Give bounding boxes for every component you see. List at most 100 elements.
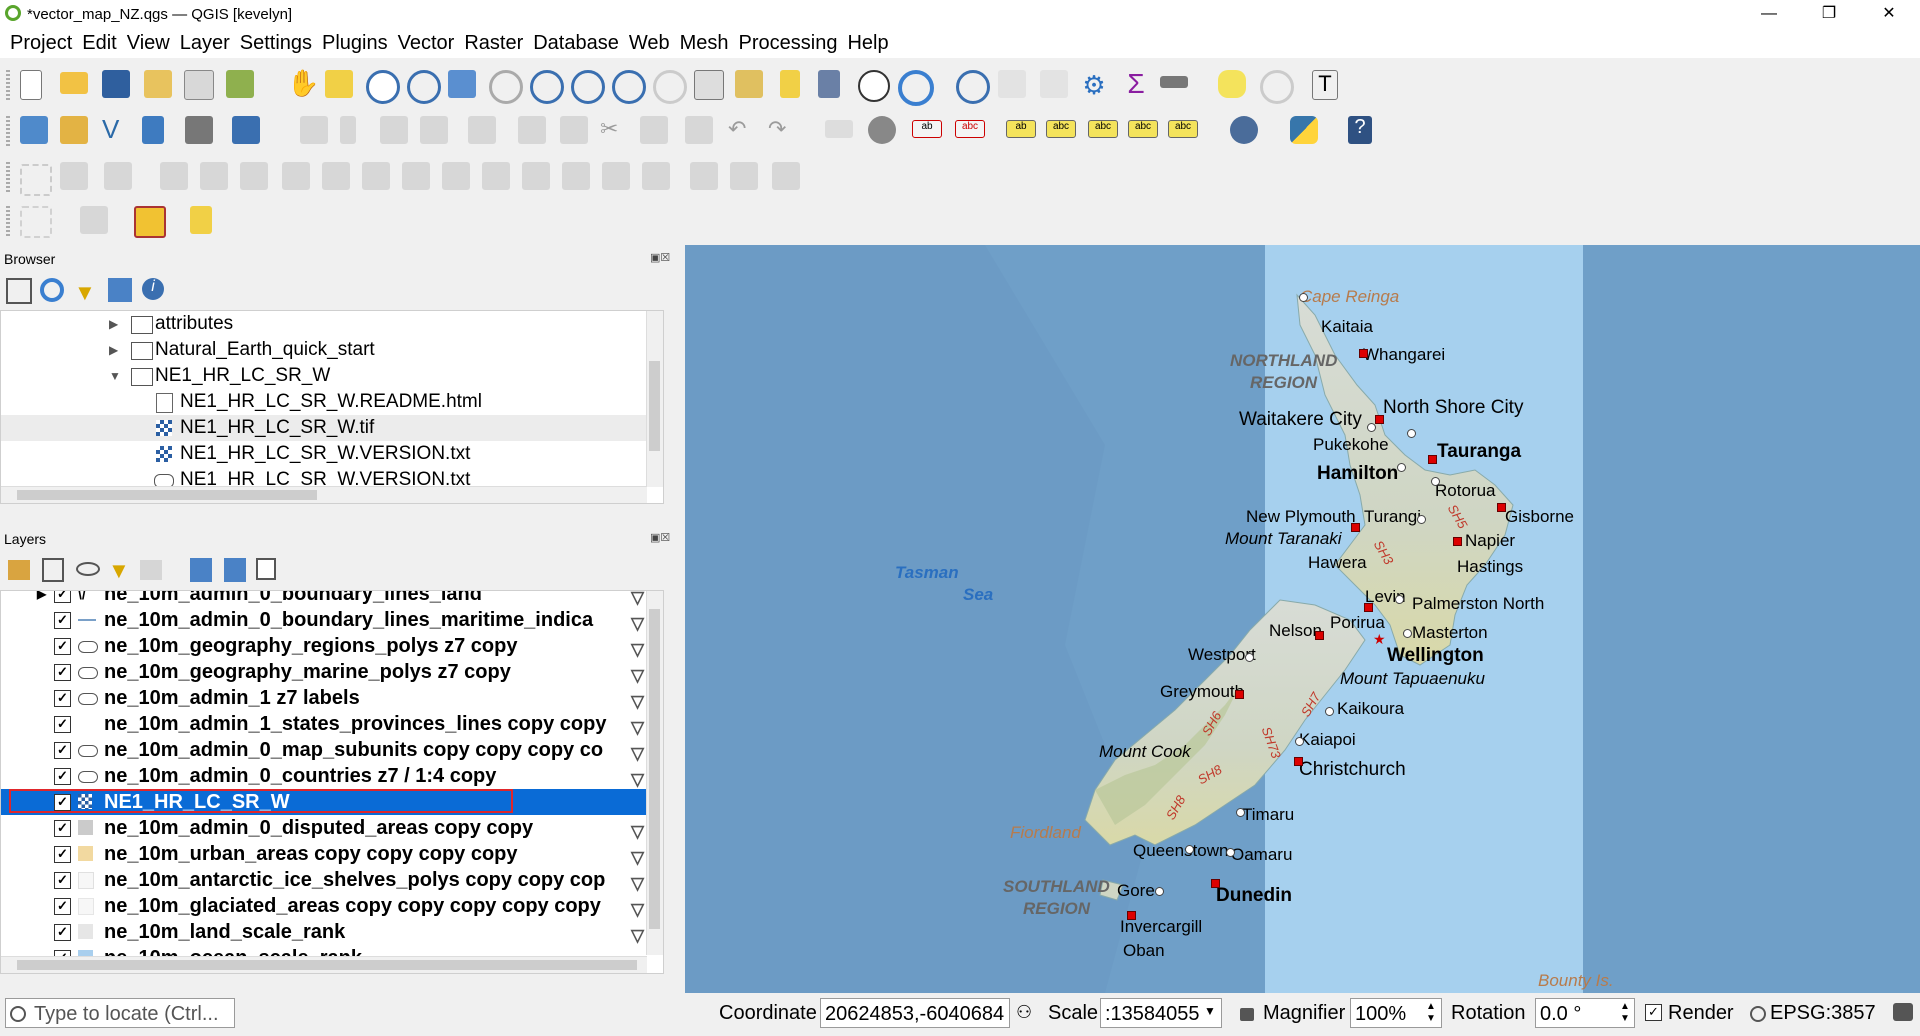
modify-attributes-icon[interactable] [518, 116, 546, 144]
zoom-native-icon[interactable] [571, 70, 605, 104]
undo-icon[interactable]: ↶ [728, 116, 756, 144]
menu-project[interactable]: Project [5, 28, 77, 55]
layers-horizontal-scrollbar[interactable] [1, 956, 647, 973]
cut-features-icon[interactable]: ✂ [600, 116, 628, 144]
add-group-icon[interactable] [42, 558, 64, 582]
text-annotation-icon[interactable]: T [1312, 70, 1338, 100]
vertex-tool-icon[interactable] [468, 116, 496, 144]
menu-view[interactable]: View [122, 28, 175, 55]
layer-labeling-icon[interactable]: ab [912, 120, 942, 138]
layer-visibility-checkbox[interactable]: ✓ [54, 820, 71, 837]
rotate-point-icon[interactable] [562, 162, 590, 190]
layer-visibility-checkbox[interactable]: ✓ [54, 591, 71, 603]
adv-digitize-icon[interactable] [20, 164, 52, 196]
filter-expression-icon[interactable] [140, 560, 162, 580]
layer-row[interactable]: ✓ ne_10m_antarctic_ice_shelves_polys cop… [1, 867, 663, 893]
layer-row[interactable]: ✓ ne_10m_admin_0_disputed_areas copy cop… [1, 815, 663, 841]
spinner-arrows-icon[interactable]: ▲ ▼ [1620, 1001, 1630, 1025]
layer-visibility-checkbox[interactable]: ✓ [54, 716, 71, 733]
menu-vector[interactable]: Vector [393, 28, 460, 55]
layer-visibility-checkbox[interactable]: ✓ [54, 612, 71, 629]
style-manager-icon[interactable] [226, 70, 254, 98]
spinner-arrows-icon[interactable]: ▲ ▼ [1426, 1001, 1436, 1025]
paste-features-icon[interactable] [685, 116, 713, 144]
globe-crs-icon[interactable] [1750, 1006, 1766, 1022]
toggle-editing-icon[interactable] [340, 116, 356, 144]
digitize-shape-icon[interactable] [60, 162, 88, 190]
reverse-line-icon[interactable] [730, 162, 758, 190]
new-3d-view-icon[interactable] [735, 70, 763, 98]
layer-row[interactable]: ✓ ne_10m_admin_1 z7 labels ▽ [1, 685, 663, 711]
fill-ring-icon[interactable] [160, 162, 188, 190]
coordinate-field[interactable]: 20624853,-6040684 [820, 998, 1010, 1028]
add-vector-layer-icon[interactable]: V [102, 114, 130, 144]
zoom-selection-icon[interactable] [489, 70, 523, 104]
label-toolbar-icon[interactable] [825, 120, 853, 138]
menu-layer[interactable]: Layer [175, 28, 235, 55]
copy-features-icon[interactable] [640, 116, 668, 144]
filter-browser-icon[interactable]: ▼ [74, 280, 96, 306]
render-checkbox[interactable]: ✓ [1645, 1004, 1662, 1021]
layer-row[interactable]: ✓ ne_10m_admin_0_map_subunits copy copy … [1, 737, 663, 763]
map-canvas[interactable]: Tasman Sea Cape Reinga Kaitaia NORTHLAND… [685, 245, 1920, 993]
menu-mesh[interactable]: Mesh [675, 28, 734, 55]
crs-label[interactable]: EPSG:3857 [1770, 1002, 1876, 1025]
add-mesh-icon[interactable] [232, 116, 260, 144]
select-location-icon[interactable] [190, 206, 212, 234]
temporal-controller-icon[interactable] [858, 70, 890, 102]
lock-icon[interactable] [1240, 1008, 1254, 1021]
zoom-last-icon[interactable] [612, 70, 646, 104]
pan-hand-icon[interactable]: ✋ [287, 68, 319, 98]
measure-line-icon[interactable] [1160, 76, 1188, 88]
split-features-icon[interactable] [402, 162, 430, 190]
trim-extend-icon[interactable] [642, 162, 670, 190]
new-project-icon[interactable] [20, 70, 42, 100]
attribute-table-icon[interactable] [998, 70, 1026, 98]
refresh-browser-icon[interactable] [40, 278, 64, 302]
digitize-icon[interactable] [142, 116, 164, 144]
layer-row[interactable]: ✓ ne_10m_urban_areas copy copy copy copy… [1, 841, 663, 867]
minimize-button[interactable]: — [1746, 0, 1792, 28]
layer-row[interactable]: ✓ ne_10m_admin_1_states_provinces_lines … [1, 711, 663, 737]
menu-database[interactable]: Database [528, 28, 624, 55]
layer-visibility-checkbox[interactable]: ✓ [54, 742, 71, 759]
locator-search-input[interactable]: Type to locate (Ctrl... [5, 998, 235, 1028]
scrollbar-thumb[interactable] [17, 960, 637, 970]
browser-tree[interactable]: ▶ attributes ▶ Natural_Earth_quick_start… [0, 310, 664, 504]
layer-visibility-checkbox[interactable]: ✓ [54, 846, 71, 863]
scrollbar-thumb[interactable] [649, 361, 660, 451]
select-features-icon[interactable] [20, 206, 52, 238]
save-edits-icon[interactable] [380, 116, 408, 144]
layer-row[interactable]: ✓ ne_10m_admin_0_boundary_lines_maritime… [1, 607, 663, 633]
bookmark-new-icon[interactable] [780, 70, 800, 98]
add-selected-layers-icon[interactable] [6, 278, 32, 304]
toolbar-grip[interactable] [6, 162, 10, 192]
toolbar-grip[interactable] [6, 116, 10, 146]
diagram-icon[interactable] [868, 116, 896, 144]
remove-layer-icon[interactable] [256, 558, 276, 580]
expand-all-icon[interactable] [190, 558, 212, 582]
deselect-all-icon[interactable] [134, 206, 166, 238]
properties-info-icon[interactable]: i [142, 278, 164, 300]
toggle-extents-icon[interactable]: ⚇ [1016, 1002, 1032, 1023]
layer-visibility-checkbox[interactable]: ✓ [54, 794, 71, 811]
statistical-summary-icon[interactable]: Σ [1122, 68, 1150, 99]
layers-tree[interactable]: ▶ ✓ \/ ne_10m_admin_0_boundary_lines_lan… [0, 590, 664, 974]
move-label-icon[interactable]: abc [1088, 120, 1118, 138]
layer-row[interactable]: ✓ ne_10m_admin_0_countries z7 / 1:4 copy… [1, 763, 663, 789]
menu-processing[interactable]: Processing [734, 28, 843, 55]
toolbar-grip[interactable] [6, 70, 10, 100]
zoom-next-icon[interactable] [653, 70, 687, 104]
change-label-icon[interactable]: abc [1168, 120, 1198, 138]
layer-visibility-checkbox[interactable]: ✓ [54, 768, 71, 785]
scrollbar-thumb[interactable] [17, 490, 317, 500]
refresh-icon[interactable] [898, 70, 934, 106]
layer-visibility-checkbox[interactable]: ✓ [54, 872, 71, 889]
identify-features-icon[interactable] [956, 70, 990, 104]
redo-icon[interactable]: ↷ [768, 116, 796, 144]
layer-row[interactable]: ✓ ne_10m_geography_marine_polys z7 copy … [1, 659, 663, 685]
processing-toolbox-icon[interactable]: ⚙ [1080, 70, 1108, 100]
merge-features-icon[interactable] [482, 162, 510, 190]
menu-web[interactable]: Web [624, 28, 675, 55]
split-parts-icon[interactable] [442, 162, 470, 190]
